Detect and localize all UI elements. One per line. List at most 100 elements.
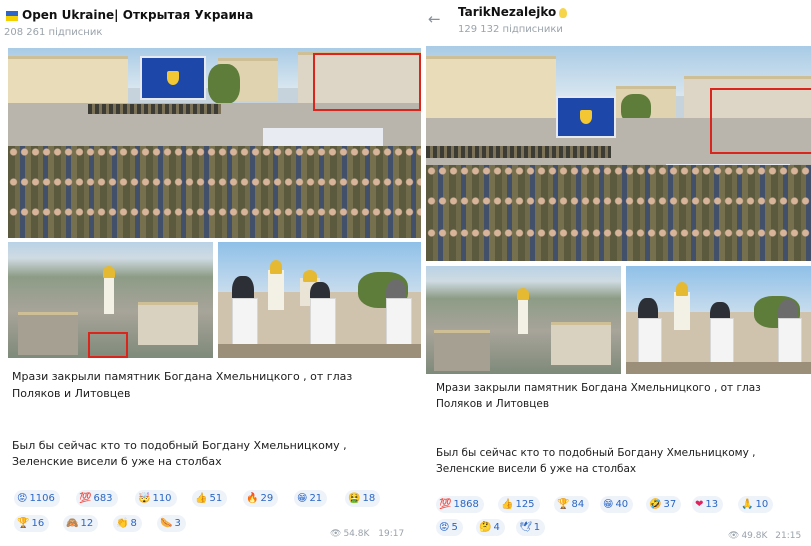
dove-icon: 🕊 — [519, 522, 532, 533]
thumbs-up-icon: 👍 — [501, 499, 514, 510]
reaction-count: 683 — [93, 493, 113, 504]
post-text-line: Был бы сейчас кто то подобный Богдану Хм… — [12, 439, 347, 452]
clapping-hands-icon: 👏 — [116, 518, 129, 529]
reaction-chip[interactable]: 🕊 1 — [516, 519, 546, 536]
post-open-ukraine: Open Ukraine| Открытая Украина 208 261 п… — [0, 0, 422, 546]
post-time: 19:17 — [378, 529, 405, 539]
reaction-chip[interactable]: 👏 8 — [113, 515, 142, 532]
reaction-chip[interactable]: 👍 125 — [498, 496, 540, 513]
vomiting-face-icon: 🤮 — [348, 493, 361, 504]
reaction-count: 51 — [209, 493, 223, 504]
aerial-city-photo[interactable] — [8, 242, 213, 358]
post-text-line: Мрази закрыли памятник Богдана Хмельницк… — [436, 382, 761, 394]
reaction-count: 125 — [515, 499, 535, 510]
reaction-chip[interactable]: 😡 1106 — [14, 490, 60, 507]
reaction-chip[interactable]: 🏆 16 — [14, 515, 50, 532]
reaction-chip[interactable]: 👍 51 — [192, 490, 228, 507]
post-text-line: Поляков и Литовцев — [12, 387, 131, 400]
main-photo-ceremony[interactable] — [8, 48, 421, 238]
post-meta: 👁 54.8K 19:17 — [330, 529, 404, 539]
eye-icon: 👁 — [728, 531, 740, 541]
view-count: 49.8K — [741, 531, 768, 541]
hundred-points-icon: 💯 — [79, 493, 92, 504]
reaction-chip[interactable]: 🔥 29 — [243, 490, 279, 507]
main-photo-ceremony[interactable] — [426, 46, 811, 261]
channel-name-wrap[interactable]: TarikNezalejko — [458, 5, 568, 19]
view-count: 54.8K — [343, 529, 370, 539]
ukraine-flag-icon — [6, 11, 18, 21]
folded-hands-icon: 🙏 — [741, 499, 754, 510]
post-text-line: Мрази закрыли памятник Богдана Хмельницк… — [12, 370, 353, 383]
reaction-chip[interactable]: 🌭 3 — [157, 515, 186, 532]
reaction-count: 1 — [533, 522, 541, 533]
reaction-chip[interactable]: 🙏 10 — [738, 496, 774, 513]
post-text-line: Поляков и Литовцев — [436, 398, 550, 410]
reaction-count: 29 — [260, 493, 274, 504]
post-header: ← TarikNezalejko 129 132 підписники — [422, 0, 811, 46]
reaction-chip[interactable]: 😡 5 — [436, 519, 463, 536]
trophy-icon: 🏆 — [17, 518, 30, 529]
post-text-line: Зеленские висели б уже на столбах — [12, 455, 222, 468]
reaction-chip[interactable]: 🙈 12 — [63, 515, 99, 532]
reaction-chip[interactable]: 🤣 37 — [646, 496, 682, 513]
reaction-count: 16 — [31, 518, 45, 529]
reaction-count: 21 — [309, 493, 323, 504]
post-time: 21:15 — [775, 531, 802, 541]
reaction-count: 1868 — [453, 499, 479, 510]
subscriber-count: 129 132 підписники — [458, 24, 563, 35]
back-arrow-icon[interactable]: ← — [428, 10, 441, 28]
reaction-count: 4 — [493, 522, 500, 533]
heart-icon: ❤ — [695, 499, 704, 510]
angry-face-icon: 😡 — [439, 522, 450, 533]
reaction-count: 18 — [362, 493, 376, 504]
reaction-count: 5 — [451, 522, 458, 533]
reaction-chip[interactable]: 🤯 110 — [135, 490, 177, 507]
post-tarik-nezalejko: ← TarikNezalejko 129 132 підписники Мраз… — [422, 0, 811, 546]
reaction-count: 1106 — [29, 493, 55, 504]
reaction-count: 3 — [174, 518, 181, 529]
hot-dog-icon: 🌭 — [160, 518, 173, 529]
thinking-face-icon: 🤔 — [479, 522, 492, 533]
post-text-line: Зеленские висели б уже на столбах — [436, 463, 637, 475]
highlight-box-aerial — [88, 332, 128, 358]
see-no-evil-monkey-icon: 🙈 — [66, 518, 79, 529]
trophy-icon: 🏆 — [557, 499, 570, 510]
highlight-box-monument — [710, 88, 811, 154]
channel-name[interactable]: TarikNezalejko — [458, 5, 556, 19]
reaction-chip[interactable]: 😁 21 — [294, 490, 328, 507]
post-text-line: Был бы сейчас кто то подобный Богдану Хм… — [436, 447, 756, 459]
channel-name[interactable]: Open Ukraine| Открытая Украина — [22, 8, 253, 22]
reaction-chip[interactable]: ❤ 13 — [692, 496, 724, 513]
podium-photo[interactable] — [626, 266, 811, 374]
reaction-chip[interactable]: 🤔 4 — [476, 519, 505, 536]
reaction-count: 40 — [615, 499, 629, 510]
reaction-count: 10 — [755, 499, 769, 510]
grinning-face-icon: 😁 — [297, 493, 308, 504]
grinning-face-icon: 😁 — [603, 499, 614, 510]
podium-photo[interactable] — [218, 242, 421, 358]
reaction-count: 8 — [130, 518, 137, 529]
fire-icon: 🔥 — [246, 493, 259, 504]
post-header: Open Ukraine| Открытая Украина 208 261 п… — [0, 0, 422, 46]
exploding-head-icon: 🤯 — [138, 493, 151, 504]
thumbs-up-icon: 👍 — [195, 493, 208, 504]
reaction-count: 12 — [80, 518, 94, 529]
reaction-chip[interactable]: 😁 40 — [600, 496, 634, 513]
reaction-chip[interactable]: 🤮 18 — [345, 490, 381, 507]
reaction-count: 37 — [663, 499, 677, 510]
reaction-count: 13 — [705, 499, 719, 510]
highlight-box-monument — [313, 53, 421, 111]
hundred-points-icon: 💯 — [439, 499, 452, 510]
eye-icon: 👁 — [330, 529, 342, 539]
subscriber-count: 208 261 підписник — [4, 27, 103, 38]
rolling-laughing-icon: 🤣 — [649, 499, 662, 510]
reaction-chip[interactable]: 🏆 84 — [554, 496, 590, 513]
aerial-city-photo[interactable] — [426, 266, 621, 374]
reaction-chip[interactable]: 💯 1868 — [436, 496, 484, 513]
post-meta: 👁 49.8K 21:15 — [728, 531, 801, 541]
reaction-chip[interactable]: 💯 683 — [76, 490, 118, 507]
lightbulb-icon — [559, 7, 568, 18]
angry-face-icon: 😡 — [17, 493, 28, 504]
reaction-count: 110 — [152, 493, 172, 504]
reaction-count: 84 — [571, 499, 585, 510]
